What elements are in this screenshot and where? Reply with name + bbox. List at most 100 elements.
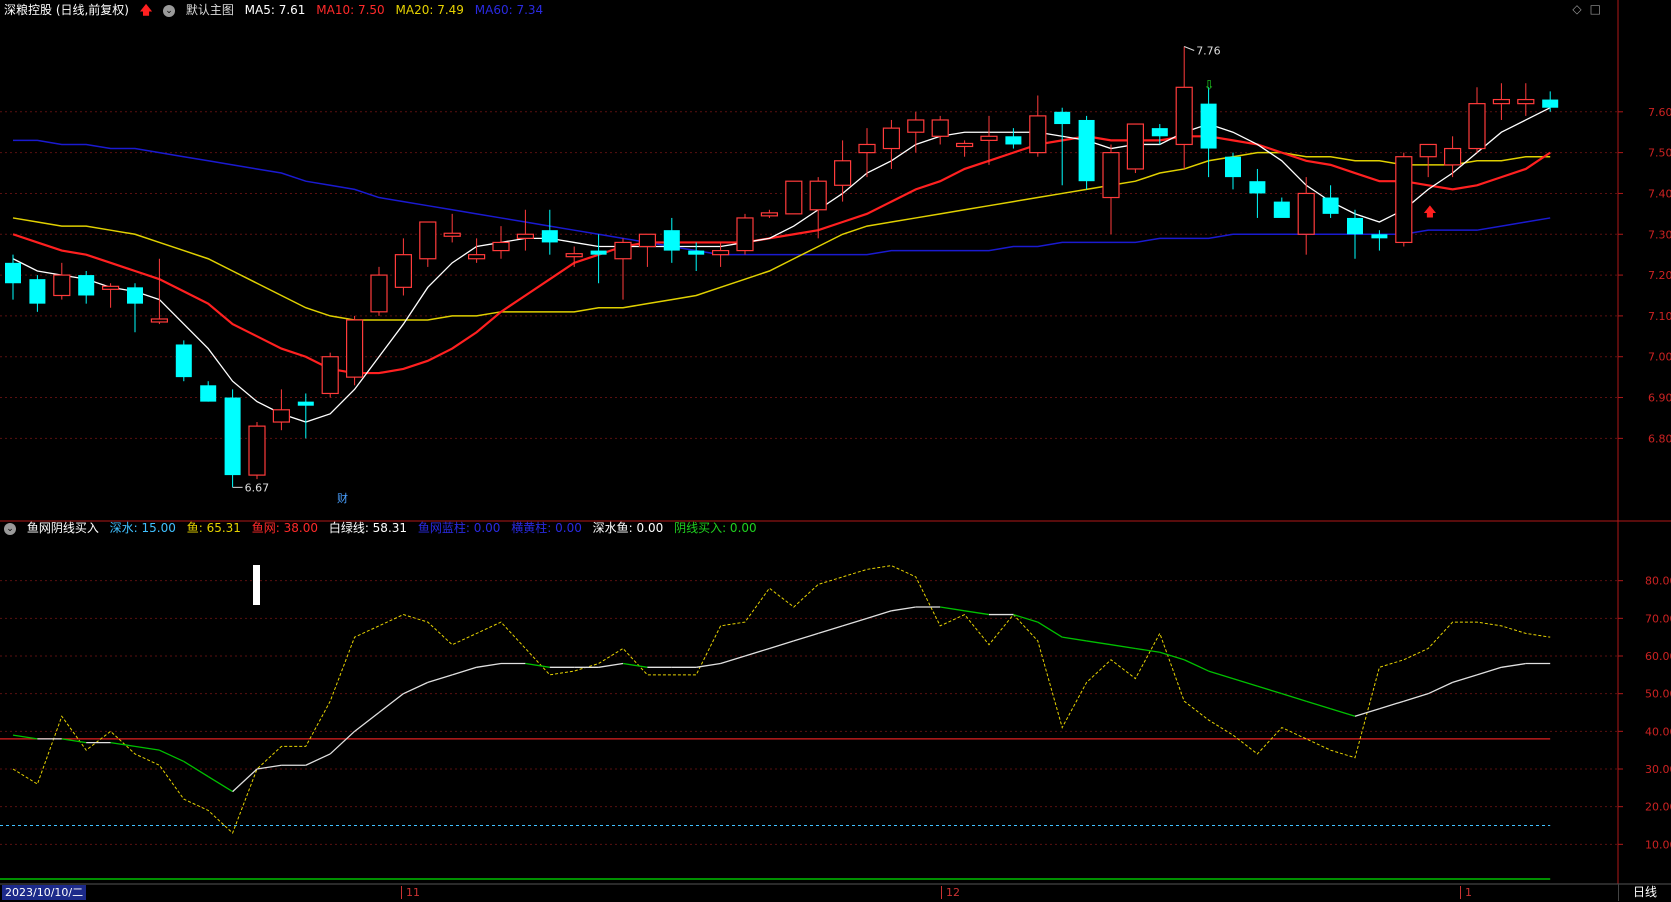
indicator-tick-label: 30.00 (1645, 763, 1671, 776)
bailvxian-segment (1232, 677, 1258, 687)
bailvxian-segment (1281, 693, 1307, 702)
candle-body-up (980, 135, 998, 141)
candle-body-up (370, 274, 388, 313)
candle-body-up (907, 119, 925, 133)
bailvxian-segment (793, 632, 819, 642)
candle-body-up (638, 233, 657, 248)
bailvxian-segment (1110, 644, 1136, 650)
bailvxian-segment (1135, 647, 1160, 653)
candle-body-down (200, 385, 217, 402)
bailvxian-segment (891, 606, 916, 612)
candle-body-down (224, 397, 241, 476)
red-up-arrow-icon: 🡅 (139, 3, 153, 17)
month-marker: 12 (941, 886, 960, 899)
candle-body-up (1517, 98, 1535, 105)
indicator-tick-label: 80.00 (1645, 575, 1671, 588)
candle-body-down (1200, 103, 1217, 149)
indicator-tick-label: 60.00 (1645, 650, 1671, 663)
bailvxian-segment (1501, 662, 1526, 668)
candle-body-up (1029, 115, 1047, 154)
candle-body-down (663, 230, 680, 251)
main-chart-header: 深粮控股 (日线,前复权) 🡅 ⌄ 默认主图 MA5: 7.61 MA10: 7… (4, 0, 550, 20)
candle-body-down (175, 344, 192, 378)
indicator-header: ⌄ 鱼网阴线买入 深水: 15.00 鱼: 65.31 鱼网: 38.00 白绿… (4, 518, 764, 538)
candle-body-up (443, 232, 461, 237)
candle-body-up (760, 212, 779, 217)
bailvxian-segment (1086, 640, 1112, 646)
candle-body-down (688, 250, 705, 255)
bailvxian-segment (207, 775, 233, 793)
bailvxian-segment (866, 610, 892, 619)
candle-body-up (1468, 103, 1486, 150)
bailvxian-segment (769, 640, 794, 650)
period-selector[interactable]: 日线 (1618, 884, 1671, 901)
signal-bar (253, 565, 260, 605)
sell-signal-arrow-icon: ⇩ (1204, 78, 1215, 93)
settings-circle-icon[interactable]: ⌄ (4, 522, 16, 535)
candle-body-up (882, 127, 901, 150)
bailvxian-segment (232, 768, 258, 793)
bailvxian-segment (525, 662, 550, 668)
stock-title[interactable]: 深粮控股 (日线,前复权) (4, 3, 129, 17)
price-tick-label: 7.30 (1648, 228, 1671, 241)
low-price-label: 6.67 (245, 481, 270, 494)
bailvxian-segment (1379, 700, 1404, 710)
candle-body-up (1102, 152, 1120, 199)
bailvxian-segment (329, 730, 356, 755)
bailvxian-segment (378, 693, 404, 714)
square-icon[interactable]: □ (1590, 2, 1609, 16)
chart-canvas[interactable]: 7.60 7.50 7.40 7.30 7.20 7.10 7.00 6.90 6.80 80.0… (0, 0, 1671, 902)
candle-body-down (1371, 234, 1388, 239)
bailvxian-segment (256, 764, 282, 770)
candle-body-down (78, 275, 95, 296)
settings-circle-icon[interactable]: ⌄ (163, 4, 175, 17)
bailvxian-segment (1062, 636, 1087, 642)
candle-body-up (858, 143, 876, 154)
indicator-name[interactable]: 鱼网阴线买入 (27, 521, 99, 535)
bailvxian-segment (134, 745, 160, 751)
candle-body-down (1249, 181, 1266, 194)
bailvxian-segment (964, 610, 990, 616)
bailvxian-segment (842, 617, 868, 627)
candle-body-up (833, 160, 852, 186)
bailvxian-segment (1476, 666, 1502, 676)
indicator-yu: 鱼: 65.31 (186, 521, 241, 535)
diamond-icon[interactable]: ◇ (1572, 2, 1589, 16)
candle-body-up (614, 241, 632, 260)
ma60-line (13, 139, 1551, 256)
candle-body-down (1225, 156, 1241, 178)
bailvxian-segment (744, 647, 770, 657)
candle-body-up (394, 254, 412, 288)
month-marker: 1 (1460, 886, 1472, 899)
candle-body-up (101, 285, 120, 290)
candle-body-up (419, 221, 437, 260)
bailvxian-segment (1403, 693, 1429, 702)
indicator-tick-label: 10.00 (1645, 838, 1671, 851)
main-chart-label[interactable]: 默认主图 (186, 3, 234, 17)
candle-body-down (1078, 119, 1095, 182)
bailvxian-segment (940, 606, 965, 612)
candle-body-up (1175, 86, 1193, 146)
indicator-tick-label: 20.00 (1645, 801, 1671, 814)
candle-body-up (1395, 156, 1413, 244)
candle-body-up (711, 249, 730, 256)
candle-body-down (1151, 128, 1168, 137)
bailvxian-segment (1037, 621, 1063, 638)
price-tick-label: 6.90 (1648, 392, 1671, 405)
bailvxian-segment (1427, 681, 1453, 695)
ma60-label: MA60: 7.34 (474, 3, 544, 17)
candle-body-down (590, 250, 607, 255)
bailvxian-segment (598, 662, 624, 668)
candle-body-down (1347, 217, 1363, 235)
finance-event-marker[interactable]: 财 (337, 490, 348, 506)
candle-body-up (955, 142, 974, 148)
candle-body-up (565, 253, 583, 258)
bailvxian-segment (622, 662, 648, 668)
candle-body-up (809, 180, 827, 211)
candle-body-down (297, 401, 314, 406)
bailvxian-segment (696, 662, 721, 668)
bailvxian-segment (818, 625, 843, 635)
indicator-yuwang: 鱼网: 38.00 (251, 521, 318, 535)
candle-body-down (1005, 136, 1022, 145)
candle-body-down (1542, 99, 1559, 108)
